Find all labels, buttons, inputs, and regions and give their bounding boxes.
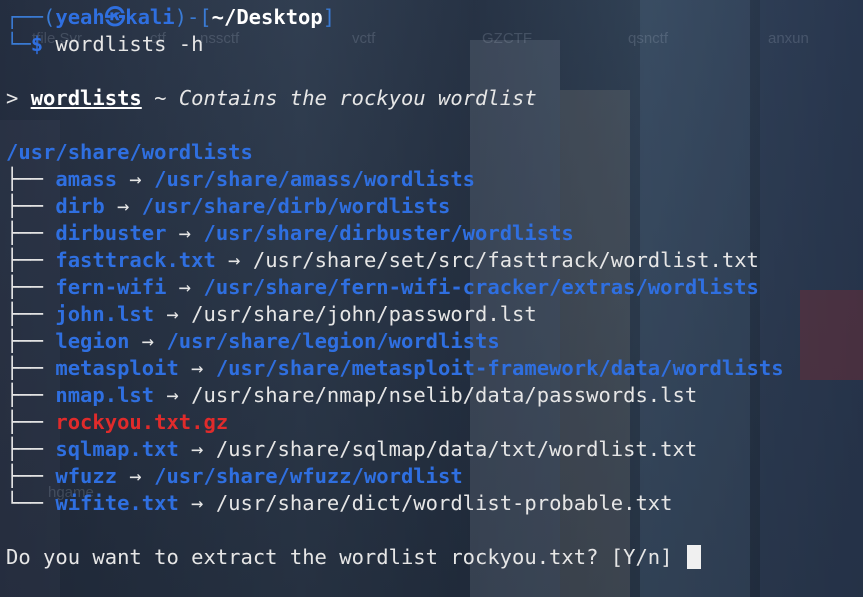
- tree-entry: ├── wfuzz → /usr/share/wfuzz/wordlist: [6, 463, 463, 490]
- entry-name: legion: [55, 329, 130, 353]
- tree-branch: ├──: [6, 167, 56, 191]
- link-arrow: →: [117, 464, 155, 488]
- link-target: /usr/share/dict/wordlist-probable.txt: [215, 491, 673, 515]
- tree-branch: ├──: [6, 275, 56, 299]
- link-arrow: →: [154, 302, 192, 326]
- link-target: /usr/share/set/src/fasttrack/wordlist.tx…: [252, 248, 759, 272]
- entry-name: sqlmap.txt: [55, 437, 179, 461]
- link-target: /usr/share/john/password.lst: [191, 302, 537, 326]
- tree-branch: ├──: [6, 248, 56, 272]
- link-arrow: →: [117, 167, 155, 191]
- tool-description: Contains the rockyou wordlist: [178, 86, 537, 110]
- tree-root: /usr/share/wordlists: [6, 139, 253, 166]
- tree-branch: ├──: [6, 221, 56, 245]
- tree-entry: ├── fasttrack.txt → /usr/share/set/src/f…: [6, 247, 759, 274]
- tree-entry: ├── dirb → /usr/share/dirb/wordlists: [6, 193, 450, 220]
- entry-name: dirb: [55, 194, 105, 218]
- link-arrow: →: [215, 248, 253, 272]
- link-target: /usr/share/sqlmap/data/txt/wordlist.txt: [215, 437, 698, 461]
- entry-name: rockyou.txt.gz: [55, 410, 229, 434]
- tree-entry: ├── dirbuster → /usr/share/dirbuster/wor…: [6, 220, 574, 247]
- link-target: /usr/share/metasploit-framework/data/wor…: [215, 356, 784, 380]
- header-separator: ~: [154, 86, 167, 110]
- tree-entry: ├── john.lst → /usr/share/john/password.…: [6, 301, 537, 328]
- terminal-cursor[interactable]: [686, 545, 701, 569]
- link-arrow: →: [154, 383, 192, 407]
- tree-entry: ├── fern-wifi → /usr/share/fern-wifi-cra…: [6, 274, 759, 301]
- entry-name: fasttrack.txt: [55, 248, 216, 272]
- link-target: /usr/share/wfuzz/wordlist: [154, 464, 463, 488]
- link-target: /usr/share/amass/wordlists: [154, 167, 476, 191]
- tree-branch: └──: [6, 491, 56, 515]
- entry-name: wfuzz: [55, 464, 118, 488]
- prompt-user: yeah: [55, 5, 105, 29]
- link-target: /usr/share/legion/wordlists: [166, 329, 500, 353]
- entry-name: john.lst: [55, 302, 155, 326]
- entry-name: nmap.lst: [55, 383, 155, 407]
- tree-branch: ├──: [6, 194, 56, 218]
- link-arrow: →: [166, 221, 204, 245]
- prompt-at-symbol: ㉿: [104, 5, 126, 29]
- prompt-line-1: ┌──(yeah㉿kali)-[~/Desktop]: [6, 5, 336, 29]
- tree-branch: ├──: [6, 383, 56, 407]
- tree-entry: ├── sqlmap.txt → /usr/share/sqlmap/data/…: [6, 436, 697, 463]
- tree-entry: ├── rockyou.txt.gz: [6, 409, 228, 436]
- tree-branch: ├──: [6, 329, 56, 353]
- prompt-host: kali: [125, 5, 175, 29]
- link-arrow: →: [166, 275, 204, 299]
- entry-name: wifite.txt: [55, 491, 179, 515]
- link-arrow: →: [104, 194, 142, 218]
- prompt-cwd: ~/Desktop: [211, 5, 323, 29]
- entry-name: amass: [55, 167, 118, 191]
- link-arrow: →: [178, 356, 216, 380]
- entry-name: dirbuster: [55, 221, 167, 245]
- tree-branch: ├──: [6, 302, 56, 326]
- tree-entry: ├── nmap.lst → /usr/share/nmap/nselib/da…: [6, 382, 697, 409]
- command-text: wordlists -h: [55, 32, 204, 56]
- entry-name: fern-wifi: [55, 275, 167, 299]
- link-target: /usr/share/dirb/wordlists: [141, 194, 451, 218]
- tool-name: wordlists: [30, 86, 142, 110]
- entry-name: metasploit: [55, 356, 179, 380]
- tree-entry: ├── metasploit → /usr/share/metasploit-f…: [6, 355, 784, 382]
- terminal-output[interactable]: ┌──(yeah㉿kali)-[~/Desktop] └─$ wordlists…: [0, 0, 863, 597]
- link-target: /usr/share/fern-wifi-cracker/extras/word…: [203, 275, 759, 299]
- tool-header: > wordlists ~ Contains the rockyou wordl…: [6, 85, 537, 112]
- header-marker: >: [6, 86, 19, 110]
- link-arrow: →: [178, 491, 216, 515]
- extract-question: Do you want to extract the wordlist rock…: [6, 545, 673, 569]
- tree-entry: └── wifite.txt → /usr/share/dict/wordlis…: [6, 490, 672, 517]
- tree-branch: ├──: [6, 410, 56, 434]
- tree-branch: ├──: [6, 356, 56, 380]
- extract-question-line[interactable]: Do you want to extract the wordlist rock…: [6, 544, 701, 571]
- link-arrow: →: [129, 329, 167, 353]
- tree-branch: ├──: [6, 464, 56, 488]
- tree-entry: ├── legion → /usr/share/legion/wordlists: [6, 328, 500, 355]
- link-arrow: →: [178, 437, 216, 461]
- tree-branch: ├──: [6, 437, 56, 461]
- link-target: /usr/share/nmap/nselib/data/passwords.ls…: [191, 383, 698, 407]
- tree-entry: ├── amass → /usr/share/amass/wordlists: [6, 166, 475, 193]
- prompt-line-2: └─$ wordlists -h: [6, 32, 204, 56]
- link-target: /usr/share/dirbuster/wordlists: [203, 221, 574, 245]
- root-path: /usr/share/wordlists: [6, 140, 253, 164]
